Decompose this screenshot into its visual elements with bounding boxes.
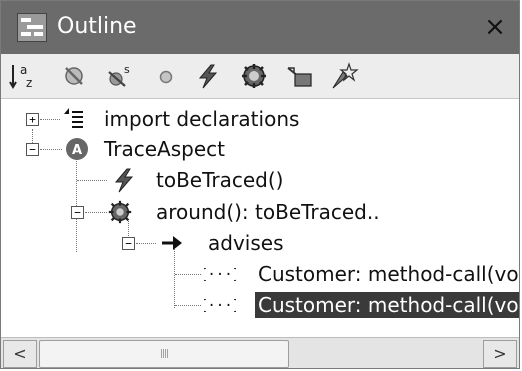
tree-item-advice[interactable]: − around(): toBeTraced.. [1,198,519,228]
tree-connector [40,119,60,120]
outline-view-icon [17,13,47,42]
collapse-toggle[interactable]: − [71,206,84,219]
tree-connector [77,180,107,181]
collapse-toggle[interactable]: − [122,237,135,250]
code-block-icon: {···} [204,261,236,287]
hide-non-public-icon[interactable] [149,60,183,92]
svg-text:A: A [72,143,82,158]
advice-icon[interactable] [237,60,271,92]
tree-item-pointcut[interactable]: toBeTraced() [1,166,519,196]
expand-toggle[interactable]: + [26,113,39,126]
hide-static-icon[interactable]: s [103,60,137,92]
tree-item-method-call-selected[interactable]: {···} Customer: method-call(void [1,291,519,321]
svg-text:s: s [124,63,130,76]
tree-item-label: Customer: method-call(void [258,262,520,286]
code-block-icon: {···} [204,292,236,318]
tree-item-method-call[interactable]: {···} Customer: method-call(void [1,260,520,290]
view-title: Outline [57,14,137,39]
arrow-right-icon [159,230,185,256]
view-title-bar[interactable]: Outline × [1,1,519,54]
horizontal-scrollbar[interactable]: < |||| > [1,337,519,368]
tree-item-trace-aspect[interactable]: − A TraceAspect [1,135,519,165]
svg-text:a: a [20,63,27,77]
tree-item-label: around(): toBeTraced.. [156,200,380,224]
advice-icon [107,199,133,225]
tree-connector [136,243,156,244]
tree-connector [175,305,201,306]
pointcut-icon[interactable] [191,60,225,92]
sort-alphabetical-icon[interactable]: a z [7,60,41,92]
scrollbar-grip: |||| [160,349,169,359]
tree-connector [40,149,62,150]
hide-fields-icon[interactable] [57,60,91,92]
tree-item-advises[interactable]: − advises [1,229,519,259]
outline-view: Outline × a z s + import declarations − … [0,0,520,369]
svg-text:{···}: {···} [204,298,236,314]
aspect-icon: A [64,136,90,162]
svg-text:{···}: {···} [204,267,236,283]
pointcut-icon [111,167,137,193]
scrollbar-thumb[interactable]: |||| [39,340,289,368]
outline-tree: + import declarations − A TraceAspect to… [1,99,520,324]
tree-connector [85,212,107,213]
tree-item-label: import declarations [104,107,300,131]
tree-item-label: toBeTraced() [156,168,284,192]
close-button[interactable]: × [479,11,511,43]
scroll-right-button[interactable]: > [483,340,517,368]
tree-item-label: Customer: method-call(void [255,292,519,318]
scroll-left-button[interactable]: < [3,340,37,368]
tree-connector [175,274,201,275]
declare-icon[interactable] [283,60,317,92]
collapse-toggle[interactable]: − [26,143,39,156]
import-declarations-icon [61,106,87,132]
tree-item-label: TraceAspect [104,137,225,161]
introduction-icon[interactable] [327,60,361,92]
tree-item-import-declarations[interactable]: + import declarations [1,105,519,135]
svg-text:z: z [26,76,32,90]
tree-item-label: advises [208,231,284,255]
outline-toolbar: a z s [1,54,519,99]
